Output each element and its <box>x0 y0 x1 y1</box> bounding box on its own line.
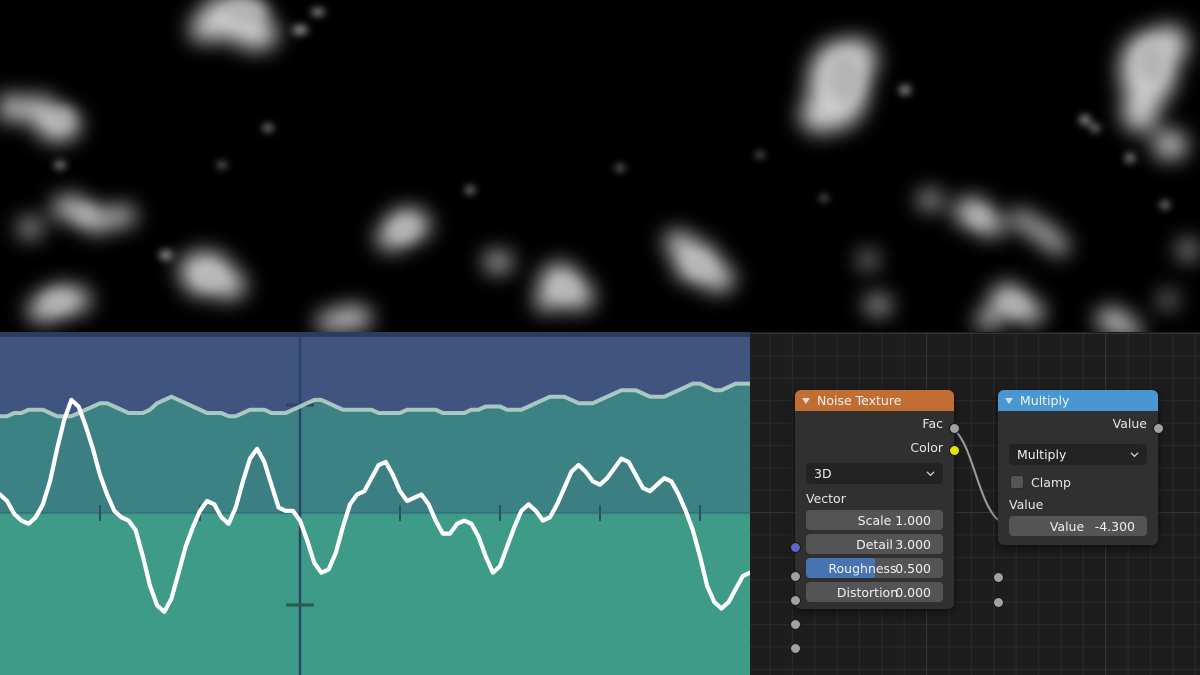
input-label-value: Value <box>1009 496 1044 512</box>
field-roughness-label: Roughness <box>828 560 897 576</box>
socket-value-in-top[interactable] <box>992 572 1004 583</box>
output-label-color: Color <box>910 439 943 455</box>
input-row-value: Value <box>998 492 1158 516</box>
dimension-select[interactable]: 3D <box>806 463 943 484</box>
node-noise-texture-header[interactable]: Noise Texture <box>795 390 954 411</box>
operation-select[interactable]: Multiply <box>1009 444 1147 465</box>
input-label-vector: Vector <box>806 490 846 506</box>
dimension-select-value: 3D <box>814 466 832 481</box>
output-label-value: Value <box>1112 416 1147 431</box>
node-multiply-header[interactable]: Multiply <box>998 390 1158 411</box>
socket-scale[interactable] <box>789 571 801 582</box>
socket-distortion[interactable] <box>789 643 801 654</box>
output-row-value: Value <box>998 411 1158 436</box>
field-scale-label: Scale <box>857 512 892 528</box>
field-detail-value: 3.000 <box>895 536 931 552</box>
output-label-fac: Fac <box>922 416 943 431</box>
field-distortion[interactable]: Distortion 0.000 <box>806 582 943 602</box>
graph-editor[interactable]: -4.30 <box>0 332 750 675</box>
clamp-label: Clamp <box>1031 474 1071 490</box>
node-noise-texture-title: Noise Texture <box>817 393 902 408</box>
output-row-fac: Fac <box>795 411 954 436</box>
chevron-down-icon <box>926 471 935 477</box>
socket-color[interactable] <box>948 445 960 456</box>
field-detail-label: Detail <box>856 536 893 552</box>
output-row-color: Color <box>795 436 954 458</box>
noodle-fac-to-value <box>952 428 999 521</box>
field-value-value: -4.300 <box>1094 518 1135 534</box>
field-roughness-value: 0.500 <box>895 560 931 576</box>
field-value[interactable]: Value -4.300 <box>1009 516 1147 536</box>
noise-texture-image <box>0 0 1200 332</box>
node-multiply[interactable]: Multiply Value Multiply Clamp Value Valu… <box>992 390 1164 608</box>
socket-value-out[interactable] <box>1152 423 1164 434</box>
node-multiply-title: Multiply <box>1020 393 1070 408</box>
operation-select-value: Multiply <box>1017 447 1067 462</box>
field-distortion-value: 0.000 <box>895 584 931 600</box>
collapse-triangle-icon[interactable] <box>802 397 810 404</box>
clamp-checkbox-row[interactable]: Clamp <box>998 472 1158 492</box>
field-scale-value: 1.000 <box>895 512 931 528</box>
socket-fac[interactable] <box>948 423 960 434</box>
socket-vector[interactable] <box>789 542 801 553</box>
field-distortion-label: Distortion <box>836 584 899 600</box>
field-value-label: Value <box>1049 518 1085 534</box>
socket-detail[interactable] <box>789 595 801 606</box>
clamp-checkbox[interactable] <box>1010 475 1024 489</box>
field-scale[interactable]: Scale 1.000 <box>806 510 943 530</box>
node-editor[interactable]: Noise Texture Fac Color 3D Vector Scale … <box>750 332 1200 675</box>
node-noise-texture[interactable]: Noise Texture Fac Color 3D Vector Scale … <box>789 390 960 654</box>
field-roughness[interactable]: Roughness 0.500 <box>806 558 943 578</box>
app-window: -4.30 Noise Texture Fac Color <box>0 0 1200 675</box>
graph-curves <box>0 332 750 675</box>
field-detail[interactable]: Detail 3.000 <box>806 534 943 554</box>
render-preview-viewport[interactable] <box>0 0 1200 332</box>
socket-value-in-bottom[interactable] <box>992 597 1004 608</box>
collapse-triangle-icon[interactable] <box>1005 397 1013 404</box>
input-row-vector: Vector <box>795 486 954 510</box>
chevron-down-icon <box>1130 452 1139 458</box>
socket-roughness[interactable] <box>789 619 801 630</box>
